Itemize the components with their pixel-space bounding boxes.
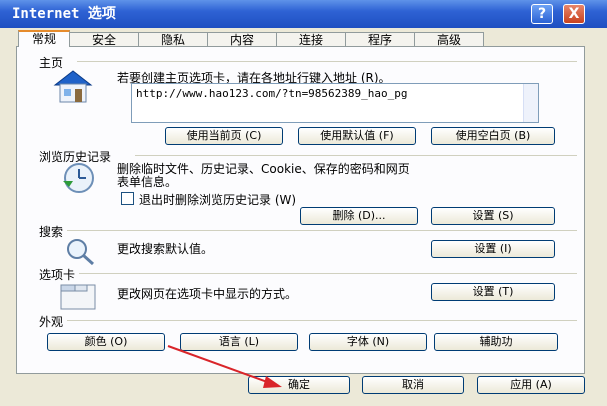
separator — [77, 61, 577, 62]
general-panel: 主页 若要创建主页选项卡，请在各地址行键入地址 (R)。 http://www.… — [16, 46, 585, 374]
tab-programs[interactable]: 程序 — [345, 32, 415, 47]
history-settings-button[interactable]: 设置 (S) — [431, 207, 555, 225]
appearance-heading: 外观 — [39, 315, 64, 329]
search-heading: 搜索 — [39, 225, 64, 239]
window-title: Internet 选项 — [12, 6, 116, 22]
tab-security[interactable]: 安全 — [69, 32, 139, 47]
tabs-description: 更改网页在选项卡中显示的方式。 — [117, 287, 298, 301]
accessibility-button[interactable]: 辅助功 — [434, 333, 558, 351]
tab-advanced[interactable]: 高级 — [414, 32, 484, 47]
tab-content[interactable]: 内容 — [207, 32, 277, 47]
magnifier-icon — [67, 239, 95, 266]
search-description: 更改搜索默认值。 — [117, 242, 214, 256]
apply-button[interactable]: 应用 (A) — [477, 376, 585, 394]
separator — [135, 155, 577, 156]
search-settings-button[interactable]: 设置 (I) — [431, 240, 555, 258]
tab-general[interactable]: 常规 — [18, 30, 70, 47]
house-icon — [53, 70, 93, 103]
home-url-value: http://www.hao123.com/?tn=98562389_hao_p… — [136, 87, 408, 100]
tabs-settings-button[interactable]: 设置 (T) — [431, 283, 555, 301]
tabs-icon — [60, 284, 96, 310]
use-blank-button[interactable]: 使用空白页 (B) — [431, 127, 555, 145]
url-scrollbar[interactable] — [523, 84, 538, 122]
use-current-button[interactable]: 使用当前页 (C) — [165, 127, 283, 145]
history-icon — [63, 163, 94, 193]
delete-history-button[interactable]: 删除 (D)... — [300, 207, 418, 225]
title-bar: Internet 选项 — [0, 0, 607, 28]
delete-on-exit-label: 退出时删除浏览历史记录 (W) — [139, 193, 297, 207]
cancel-button[interactable]: 取消 — [362, 376, 464, 394]
history-description-line2: 表单信息。 — [117, 175, 178, 189]
use-default-button[interactable]: 使用默认值 (F) — [298, 127, 416, 145]
separator — [67, 320, 577, 321]
separator — [79, 273, 577, 274]
separator — [67, 230, 577, 231]
home-url-textarea[interactable]: http://www.hao123.com/?tn=98562389_hao_p… — [131, 83, 539, 123]
languages-button[interactable]: 语言 (L) — [180, 333, 298, 351]
delete-on-exit-checkbox[interactable] — [121, 192, 134, 205]
tab-privacy[interactable]: 隐私 — [138, 32, 208, 47]
help-button[interactable]: ? — [531, 4, 553, 24]
ok-button[interactable]: 确定 — [248, 376, 350, 394]
fonts-button[interactable]: 字体 (N) — [309, 333, 427, 351]
colors-button[interactable]: 颜色 (O) — [47, 333, 165, 351]
close-button[interactable]: X — [563, 4, 585, 24]
tab-connections[interactable]: 连接 — [276, 32, 346, 47]
